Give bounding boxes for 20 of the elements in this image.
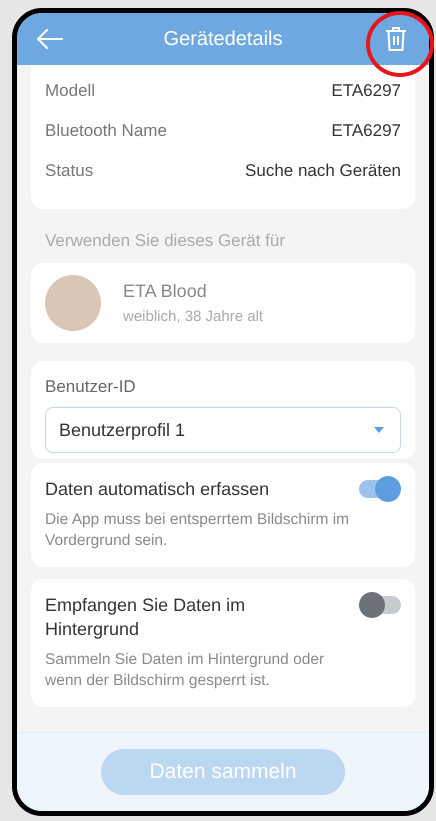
setting-description: Sammeln Sie Daten im Hintergrund oder wenn der Bildschirm gesperrt ist. — [45, 650, 326, 691]
detail-label: Bluetooth Name — [45, 121, 167, 141]
detail-value: ETA6297 — [331, 81, 401, 101]
profile-card[interactable]: ETA Blood weiblich, 38 Jahre alt — [31, 263, 415, 343]
back-arrow-icon[interactable] — [37, 29, 63, 49]
screen-title: Gerätedetails — [164, 28, 282, 50]
delete-icon[interactable] — [385, 26, 407, 52]
profile-name: ETA Blood — [123, 281, 208, 302]
user-id-label: Benutzer-ID — [45, 377, 137, 397]
detail-label: Status — [45, 161, 94, 181]
profile-info: weiblich, 38 Jahre alt — [123, 308, 264, 325]
detail-value: Suche nach Geräten — [245, 161, 401, 181]
detail-value: ETA6297 — [331, 121, 401, 141]
setting-description: Die App muss bei entsperrtem Bildschirm im Vordergrund sein. — [45, 510, 350, 551]
section-label: Verwenden Sie dieses Gerät für — [44, 230, 286, 252]
detail-label: Modell — [45, 81, 96, 101]
caret-icon — [374, 427, 384, 433]
setting-title: Empfangen Sie Daten im Hintergrund — [45, 594, 246, 641]
user-id-dropdown[interactable]: Benutzerprofil 1 — [45, 407, 401, 453]
setting-title: Daten automatisch erfassen — [45, 478, 270, 501]
